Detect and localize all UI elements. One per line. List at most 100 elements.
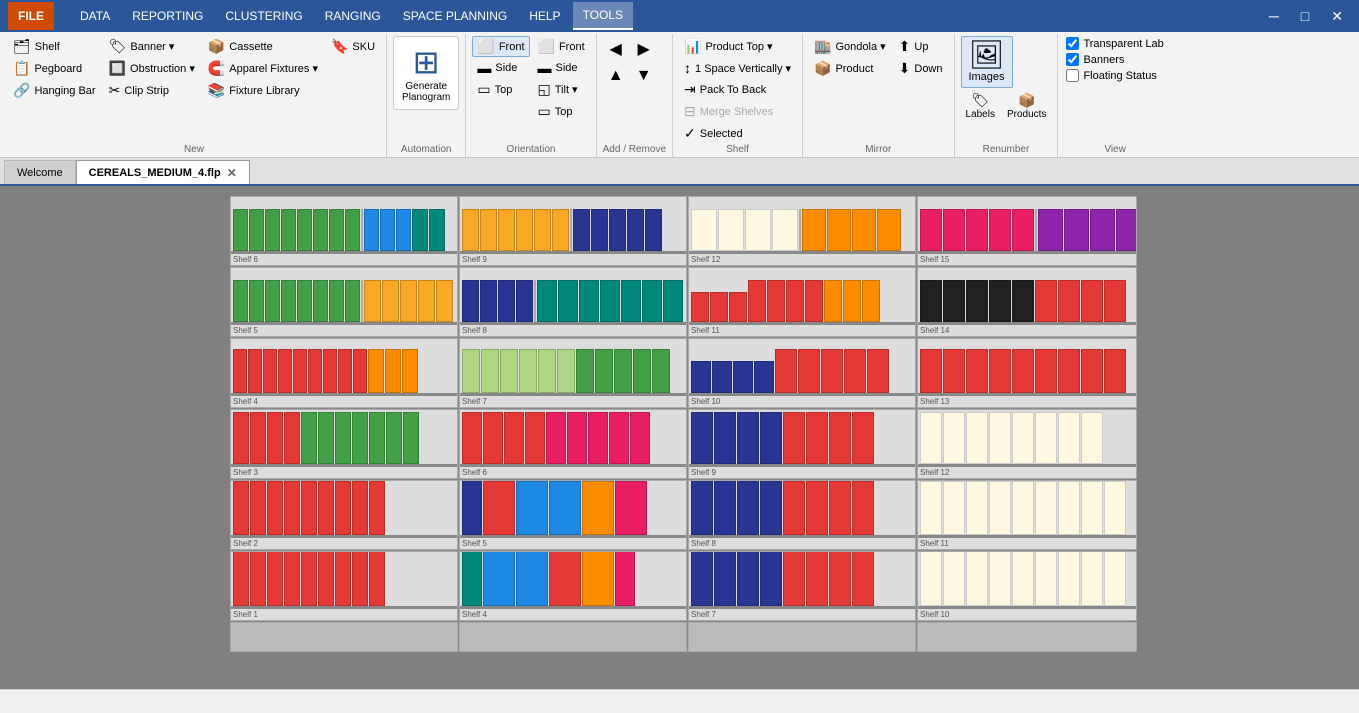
top2-button[interactable]: ▭ Top [533, 101, 590, 122]
arrow-right-button[interactable]: ▶ [631, 36, 657, 62]
generate-planogram-button[interactable]: ⊞ GeneratePlanogram [393, 36, 459, 110]
product-top-button[interactable]: 📊 Product Top ▾ [679, 36, 796, 57]
orientation-col1: ⬜ Front ▬ Side ▭ Top [472, 36, 529, 100]
clip-strip-button[interactable]: ✂ Clip Strip [104, 80, 200, 101]
pegboard-button[interactable]: 📋 Pegboard [8, 58, 101, 79]
images-button[interactable]: 🖼 Images [961, 36, 1013, 88]
product-item [844, 349, 866, 393]
transparent-lab-checkbox[interactable] [1066, 37, 1079, 50]
product-item [783, 481, 805, 535]
side-button[interactable]: ▬ Side [472, 58, 529, 78]
shelf-button[interactable]: 🗂 Shelf [8, 36, 101, 57]
product-item [760, 552, 782, 606]
product-item [1035, 412, 1057, 464]
mirror-ud: ⬆ Up ⬇ Down [894, 36, 948, 79]
pack-to-back-button[interactable]: ⇥ Pack To Back [679, 79, 796, 100]
labels-button[interactable]: 🏷 Labels [961, 90, 1000, 123]
shelf-10-label: Shelf 10 [691, 397, 720, 406]
product-item [1081, 412, 1103, 464]
product-item [323, 349, 337, 393]
menu-ranging[interactable]: RANGING [315, 2, 391, 30]
front-button[interactable]: ⬜ Front [472, 36, 529, 57]
product-item [806, 552, 828, 606]
selected-button[interactable]: ✓ Selected [679, 123, 796, 144]
tab-welcome[interactable]: Welcome [4, 160, 76, 184]
product-item [966, 209, 988, 251]
orientation-col2: ⬜ Front ▬ Side ◱ Tilt ▾ ▭ Top [533, 36, 590, 122]
banners-check[interactable]: Banners [1064, 52, 1165, 67]
merge-shelves-button[interactable]: ⊟ Merge Shelves [679, 101, 796, 122]
product-item [691, 412, 713, 464]
product-item [318, 412, 334, 464]
banners-checkbox[interactable] [1066, 53, 1079, 66]
mirror-up-button[interactable]: ⬆ Up [894, 36, 948, 57]
product-item [1035, 349, 1057, 393]
title-bar-left: FILE DATA REPORTING CLUSTERING RANGING S… [8, 2, 633, 30]
menu-reporting[interactable]: REPORTING [122, 2, 213, 30]
product-item [516, 552, 548, 606]
close-button[interactable]: ✕ [1323, 6, 1351, 27]
hanging-bar-button[interactable]: 🔗 Hanging Bar [8, 80, 101, 101]
file-menu[interactable]: FILE [8, 2, 54, 30]
top-button[interactable]: ▭ Top [472, 79, 529, 100]
banner-icon: 🏷 [109, 38, 127, 55]
restore-button[interactable]: □ [1293, 6, 1317, 27]
shelf-6-label: Shelf 6 [233, 255, 258, 264]
ribbon-shelf-group: 📊 Product Top ▾ ↕ 1 Space Vertically ▾ ⇥… [673, 34, 803, 157]
side2-button[interactable]: ▬ Side [533, 58, 590, 78]
products-button[interactable]: 📦 Products [1002, 90, 1051, 123]
product-item [806, 412, 828, 464]
product-item [729, 292, 747, 322]
product-item [352, 481, 368, 535]
product-mirror-button[interactable]: 📦 Product [809, 58, 891, 79]
menu-help[interactable]: HELP [519, 2, 570, 30]
transparent-lab-check[interactable]: Transparent Lab [1064, 36, 1165, 51]
product-item [573, 209, 590, 251]
arrow-left-button[interactable]: ◀ [603, 36, 629, 62]
add-remove-content: ◀ ▶ ▲ ▼ [603, 36, 666, 144]
product-item [1012, 280, 1034, 322]
product-item [308, 349, 322, 393]
tab-cereals[interactable]: CEREALS_MEDIUM_4.flp ✕ [76, 160, 250, 184]
cassette-button[interactable]: 📦 Cassette [203, 36, 323, 57]
tab-close-icon[interactable]: ✕ [227, 166, 237, 180]
menu-clustering[interactable]: CLUSTERING [215, 2, 312, 30]
arrow-down-button[interactable]: ▼ [631, 64, 657, 88]
product-item [989, 412, 1011, 464]
menu-tools[interactable]: TOOLS [573, 2, 633, 30]
banner-button[interactable]: 🏷 Banner ▾ [104, 36, 200, 57]
product-mirror-icon: 📦 [814, 60, 831, 77]
product-item [943, 552, 965, 606]
floating-status-check[interactable]: Floating Status [1064, 68, 1165, 83]
space-vertically-button[interactable]: ↕ 1 Space Vertically ▾ [679, 58, 796, 78]
product-item [595, 349, 613, 393]
shelf-11b: Shelf 11 [917, 480, 1137, 550]
menu-data[interactable]: DATA [70, 2, 120, 30]
product-item [745, 209, 771, 251]
product-item [403, 412, 419, 464]
tilt-button[interactable]: ◱ Tilt ▾ [533, 79, 590, 100]
arrow-up-button[interactable]: ▲ [603, 64, 629, 88]
floating-status-checkbox[interactable] [1066, 69, 1079, 82]
products-icon: 📦 [1018, 93, 1035, 107]
apparel-button[interactable]: 🧲 Apparel Fixtures ▾ [203, 58, 323, 79]
fixture-library-button[interactable]: 📚 Fixture Library [203, 80, 323, 101]
front2-button[interactable]: ⬜ Front [533, 36, 590, 57]
shelf-10b: Shelf 10 [917, 551, 1137, 621]
shelf-content: 📊 Product Top ▾ ↕ 1 Space Vertically ▾ ⇥… [679, 36, 796, 144]
gondola-button[interactable]: 🏬 Gondola ▾ [809, 36, 891, 57]
mirror-down-button[interactable]: ⬇ Down [894, 58, 948, 79]
product-item [265, 209, 280, 251]
product-item [364, 280, 381, 322]
product-item [462, 280, 479, 322]
space-v-icon: ↕ [684, 60, 691, 76]
sku-button[interactable]: 🔖 SKU [326, 36, 380, 57]
minimize-button[interactable]: ─ [1261, 6, 1287, 27]
product-item [943, 481, 965, 535]
product-item [301, 481, 317, 535]
tab-bar: Welcome CEREALS_MEDIUM_4.flp ✕ [0, 158, 1359, 186]
product-item [250, 412, 266, 464]
menu-space-planning[interactable]: SPACE PLANNING [393, 2, 517, 30]
obstruction-button[interactable]: 🔲 Obstruction ▾ [104, 58, 200, 79]
product-item [829, 412, 851, 464]
